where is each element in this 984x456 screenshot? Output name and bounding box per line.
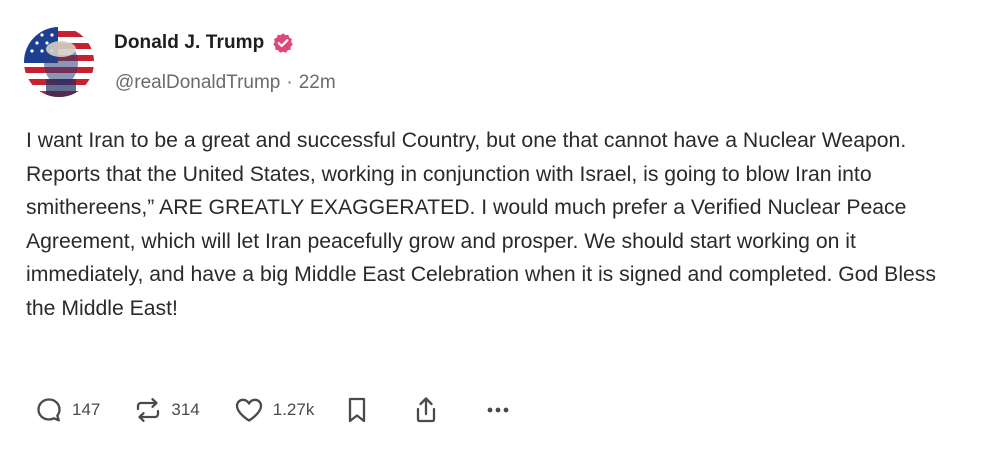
repost-count: 314 [171,400,200,419]
truth-post: Donald J. Trump @realDonaldTrump · 22m I… [0,0,984,456]
more-icon [487,407,509,413]
more-options-button[interactable] [484,395,512,425]
reply-count: 147 [72,400,101,419]
verified-badge-icon [272,32,294,54]
avatar-image [24,27,94,97]
author-meta-row: @realDonaldTrump · 22m [115,72,336,94]
author-display-name[interactable]: Donald J. Trump [114,32,264,54]
like-count: 1.27k [272,400,315,419]
post-timestamp[interactable]: 22m [299,72,336,94]
post-actions: 147 314 1.27k [34,392,512,428]
like-button[interactable]: 1.27k [233,395,315,425]
meta-separator: · [286,72,293,93]
heart-icon [235,398,262,422]
author-name-row: Donald J. Trump [114,32,294,54]
post-text: I want Iran to be a great and successful… [26,129,936,320]
repost-button[interactable]: 314 [133,395,200,425]
share-button[interactable] [412,395,440,425]
avatar[interactable] [24,27,94,97]
reply-button[interactable]: 147 [34,395,100,425]
reply-icon [37,398,61,422]
author-handle[interactable]: @realDonaldTrump [115,72,280,94]
bookmark-button[interactable] [344,395,370,425]
share-icon [417,397,436,423]
repost-icon [137,398,160,422]
bookmark-icon [349,397,366,423]
